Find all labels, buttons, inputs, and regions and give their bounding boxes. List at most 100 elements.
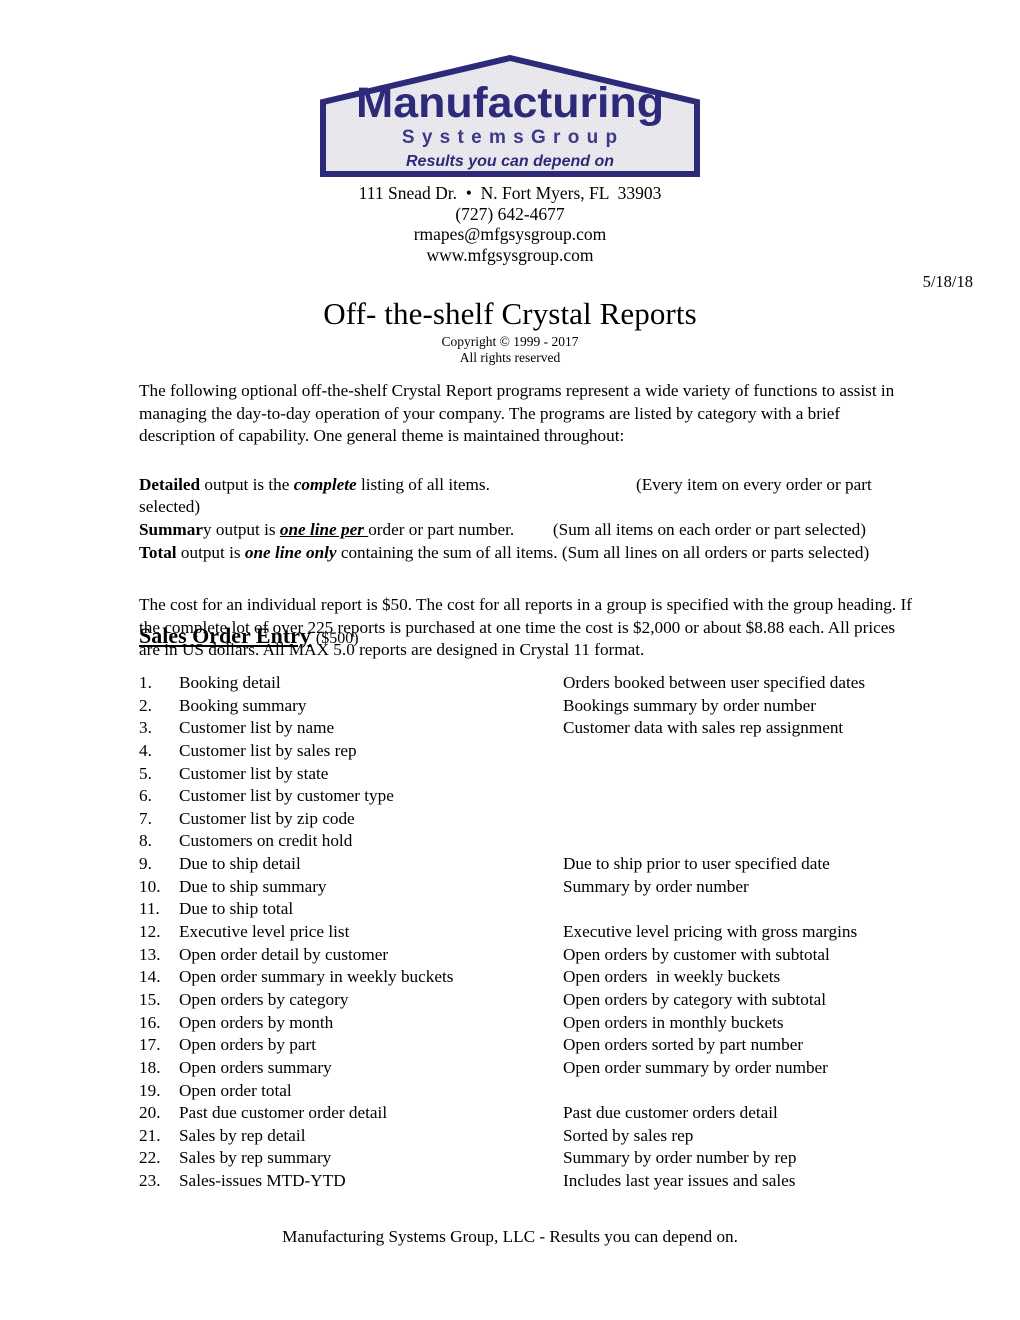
list-item-description: Summary by order number by rep	[563, 1148, 797, 1168]
list-item-number: 1.	[139, 673, 152, 692]
definition-mid2: order or part number.	[368, 519, 515, 539]
list-item-name: Sales-issues MTD-YTD	[179, 1171, 346, 1191]
list-item[interactable]: 6. Customer list by customer type	[139, 785, 939, 808]
list-item-number: 23.	[139, 1171, 161, 1191]
list-item-description: Open orders in weekly buckets	[563, 967, 781, 987]
list-item-number: 21.	[139, 1125, 161, 1145]
list-item[interactable]: 12. Executive level price list Executive l…	[139, 921, 939, 944]
list-item-name: Due to ship detail	[179, 854, 301, 874]
list-item[interactable]: 23. Sales-issues MTD-YTD Includes last yea…	[139, 1170, 939, 1193]
list-item[interactable]: 18. Open orders summary Open order summary…	[139, 1057, 939, 1080]
list-item[interactable]: 2. Booking summary Bookings summary by ord…	[139, 695, 939, 718]
logo-pentagon-wrap: Manufacturing S y s t e m s G r o u p Re…	[320, 55, 700, 177]
list-item-number: 22.	[139, 1148, 161, 1168]
list-item-name: Open orders summary	[179, 1057, 332, 1077]
list-item-name: Open order detail by customer	[179, 944, 389, 964]
list-item-name: Open orders by month	[179, 1012, 334, 1032]
list-item-name: Booking detail	[179, 673, 281, 692]
contact-website[interactable]: www.mfgsysgroup.com	[0, 245, 1020, 266]
list-item-name: Open orders by part	[179, 1035, 316, 1055]
list-item[interactable]: 14. Open order summary in weekly buckets O…	[139, 966, 939, 989]
list-item-number: 14.	[139, 967, 161, 987]
list-item-number: 10.	[139, 876, 161, 896]
list-item[interactable]: 13. Open order detail by customer Open ord…	[139, 944, 939, 967]
list-item-description: Open orders in monthly buckets	[563, 1012, 784, 1032]
report-list: 1. Booking detail Orders booked between us…	[139, 672, 939, 1193]
list-item[interactable]: 17. Open orders by part Open orders sorted…	[139, 1034, 939, 1057]
list-item-description: Open orders by category with subtotal	[563, 989, 826, 1009]
body-area: The following optional off-the-shelf Cry…	[139, 380, 920, 662]
definition-detailed: Detailed output is the complete listing …	[139, 474, 920, 519]
list-item[interactable]: 9. Due to ship detail Due to ship prior to…	[139, 853, 939, 876]
definition-emphasis: complete	[293, 474, 357, 494]
list-item[interactable]: 16. Open orders by month Open orders in mo…	[139, 1012, 939, 1035]
copyright-line: Copyright © 1999 - 2017	[441, 334, 579, 349]
list-item-name: Sales by rep summary	[179, 1148, 332, 1168]
list-item[interactable]: 5. Customer list by state	[139, 763, 939, 786]
definition-mid1: output is	[176, 542, 245, 562]
list-item[interactable]: 7. Customer list by zip code	[139, 808, 939, 831]
list-item-name: Customers on credit hold	[179, 831, 353, 851]
definition-pad	[514, 520, 553, 539]
list-item-name: Open orders by category	[179, 989, 349, 1009]
logo-pentagon-icon: Manufacturing S y s t e m s G r o u p Re…	[320, 55, 700, 177]
list-item-number: 18.	[139, 1057, 161, 1077]
definition-note: (Sum all lines on all orders or parts se…	[561, 542, 870, 562]
list-item[interactable]: 1. Booking detail Orders booked between us…	[139, 672, 939, 695]
rights-line: All rights reserved	[459, 350, 561, 365]
list-item[interactable]: 3. Customer list by name Customer data wit…	[139, 717, 939, 740]
list-item-name: Open order summary in weekly buckets	[179, 967, 454, 987]
list-item-description: Due to ship prior to user specified date	[563, 854, 830, 874]
contact-block: 111 Snead Dr. • N. Fort Myers, FL 33903 …	[0, 183, 1020, 265]
definition-term: Summar	[139, 519, 203, 539]
document-page: Manufacturing S y s t e m s G r o u p Re…	[0, 0, 1020, 1320]
list-item-description: Includes last year issues and sales	[563, 1171, 796, 1191]
list-item-name: Booking summary	[179, 695, 307, 715]
section-heading-price: ($500)	[315, 630, 359, 647]
list-item-description: Open orders sorted by part number	[563, 1035, 804, 1055]
contact-email[interactable]: rmapes@mfgsysgroup.com	[0, 224, 1020, 245]
list-item-number: 8.	[139, 831, 152, 851]
list-item-description: Orders booked between user specified dat…	[563, 673, 866, 692]
intro-paragraph: The following optional off-the-shelf Cry…	[139, 381, 895, 446]
list-item-name: Customer list by customer type	[179, 786, 394, 806]
list-item[interactable]: 21. Sales by rep detail Sorted by sales re…	[139, 1125, 939, 1148]
list-item-name: Sales by rep detail	[179, 1125, 306, 1145]
list-item-number: 3.	[139, 718, 152, 738]
list-item[interactable]: 19. Open order total	[139, 1080, 939, 1103]
list-item-number: 2.	[139, 695, 152, 715]
list-item[interactable]: 4. Customer list by sales rep	[139, 740, 939, 763]
definition-mid1: y output is	[202, 519, 280, 539]
list-item-number: 6.	[139, 786, 152, 806]
list-item-number: 16.	[139, 1012, 161, 1032]
list-item[interactable]: 15. Open orders by category Open orders by…	[139, 989, 939, 1012]
list-item-number: 5.	[139, 763, 152, 783]
list-item-number: 17.	[139, 1035, 161, 1055]
definition-emphasis: one line only	[244, 542, 337, 562]
list-item-number: 19.	[139, 1080, 161, 1100]
list-item[interactable]: 10. Due to ship summary Summary by order n…	[139, 876, 939, 899]
list-item-description: Open orders by customer with subtotal	[563, 944, 830, 964]
section-heading-name: Sales Order Entry	[139, 623, 311, 648]
definition-emphasis: one line per	[279, 519, 369, 539]
list-item-name: Customer list by state	[179, 763, 329, 783]
list-item[interactable]: 11. Due to ship total	[139, 898, 939, 921]
list-item-name: Open order total	[179, 1080, 292, 1100]
list-item[interactable]: 22. Sales by rep summary Summary by order …	[139, 1147, 939, 1170]
title-block: Off- the-shelf Crystal Reports Copyright…	[0, 296, 1020, 366]
list-item-name: Customer list by name	[179, 718, 335, 738]
list-item[interactable]: 20. Past due customer order detail Past du…	[139, 1102, 939, 1125]
definition-note: (Sum all items on each order or part sel…	[552, 519, 866, 539]
list-item-name: Due to ship total	[179, 899, 294, 919]
definition-mid2: listing of all items.	[356, 474, 490, 494]
definition-mid1: output is the	[200, 474, 294, 494]
contact-address: 111 Snead Dr. • N. Fort Myers, FL 33903	[358, 183, 662, 203]
list-item-number: 11.	[139, 899, 160, 919]
definition-total: Total output is one line only containing…	[139, 542, 920, 565]
list-item-name: Customer list by sales rep	[179, 740, 357, 760]
list-item[interactable]: 8. Customers on credit hold	[139, 830, 939, 853]
contact-phone: (727) 642-4677	[455, 203, 565, 224]
list-item-number: 12.	[139, 922, 161, 942]
list-item-number: 4.	[139, 740, 152, 760]
list-item-description: Bookings summary by order number	[563, 695, 817, 715]
